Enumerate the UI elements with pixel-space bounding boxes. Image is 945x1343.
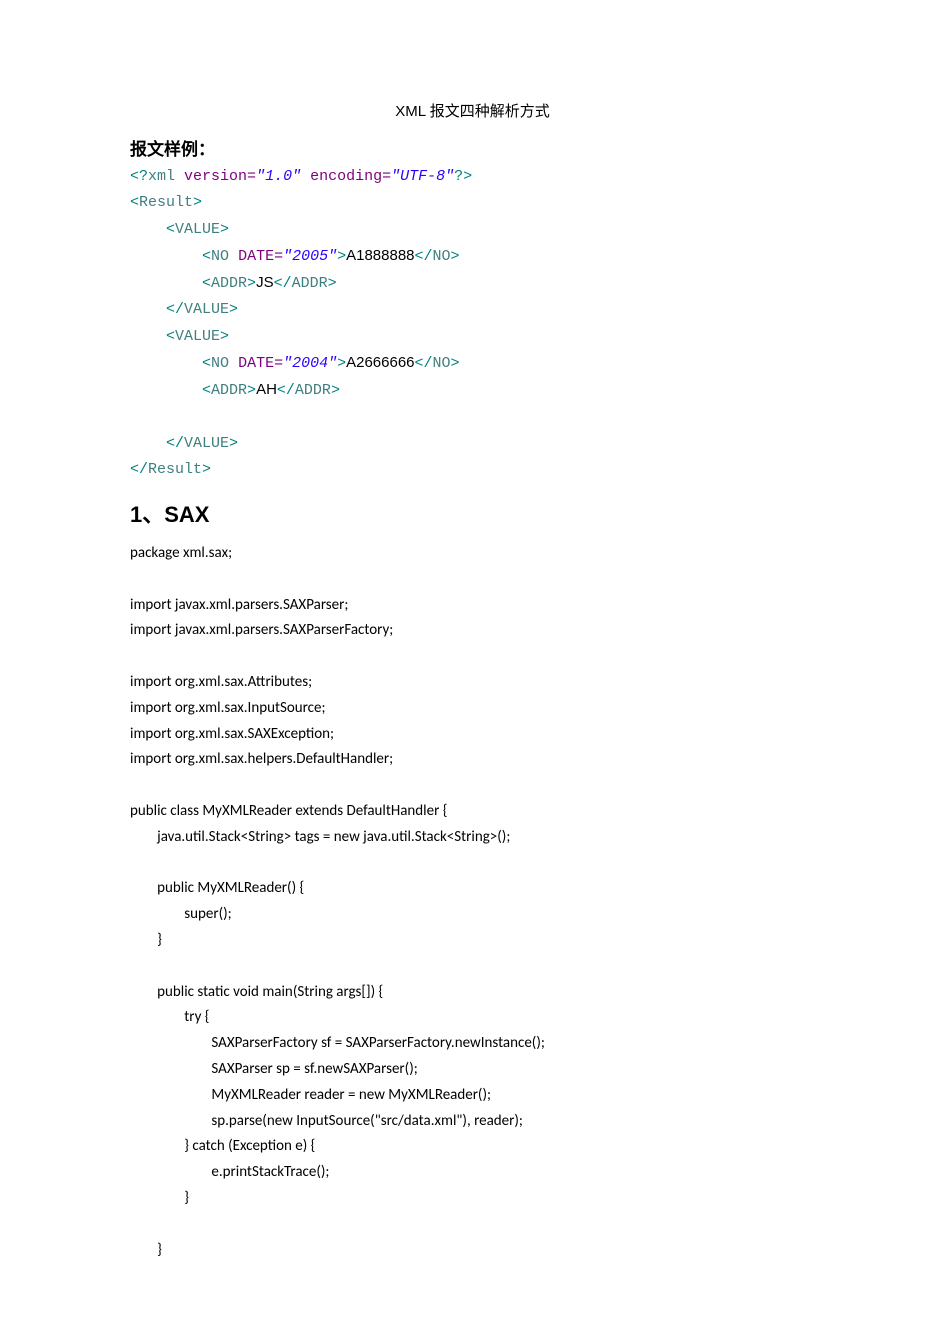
addr-text-2: AH [256, 381, 277, 398]
code-line: e.printStackTrace(); [130, 1163, 329, 1181]
date-attr: DATE= [238, 248, 283, 265]
page-title: XML 报文四种解析方式 [130, 100, 815, 121]
code-line: import javax.xml.parsers.SAXParserFactor… [130, 621, 393, 639]
section-heading-sax: 1、SAX [130, 497, 815, 529]
code-line: java.util.Stack<String> tags = new java.… [130, 828, 510, 846]
xml-decl-close: ?> [454, 168, 472, 185]
code-line: import javax.xml.parsers.SAXParser; [130, 596, 348, 614]
code-line: import org.xml.sax.InputSource; [130, 699, 326, 717]
code-line: } [130, 1241, 162, 1259]
no-text-1: A1888888 [346, 247, 414, 264]
java-code-block: package xml.sax; import javax.xml.parser… [130, 541, 815, 1263]
sample-heading: 报文样例： [130, 135, 815, 160]
xml-version-val: "1.0" [256, 168, 301, 185]
value-tag: VALUE [175, 221, 220, 238]
code-line: SAXParser sp = sf.newSAXParser(); [130, 1060, 418, 1078]
code-line: sp.parse(new InputSource("src/data.xml")… [130, 1112, 523, 1130]
code-line: try { [130, 1008, 209, 1026]
addr-tag: ADDR [211, 275, 247, 292]
code-line: import org.xml.sax.SAXException; [130, 725, 334, 743]
code-line: super(); [130, 905, 232, 923]
result-open-tag: Result [139, 194, 193, 211]
document-page: XML 报文四种解析方式 报文样例： <?xml version="1.0" e… [0, 0, 945, 1343]
code-line: MyXMLReader reader = new MyXMLReader(); [130, 1086, 491, 1104]
xml-encoding-attr: encoding= [310, 168, 391, 185]
result-close-tag: Result [148, 461, 202, 478]
code-line: } [130, 931, 162, 949]
code-line: public static void main(String args[]) { [130, 983, 383, 1001]
code-line: } [130, 1189, 189, 1207]
date-val-2: "2004" [283, 355, 337, 372]
xml-code-block: <?xml version="1.0" encoding="UTF-8"?> <… [130, 164, 815, 483]
code-line: public MyXMLReader() { [130, 879, 304, 897]
xml-encoding-val: "UTF-8" [391, 168, 454, 185]
code-line: import org.xml.sax.helpers.DefaultHandle… [130, 750, 393, 768]
xml-decl-name: xml [148, 168, 175, 185]
code-line: } catch (Exception e) { [130, 1137, 315, 1155]
addr-text-1: JS [256, 274, 274, 291]
code-line: package xml.sax; [130, 544, 232, 562]
no-text-2: A2666666 [346, 354, 414, 371]
xml-decl-open: <? [130, 168, 148, 185]
code-line: SAXParserFactory sf = SAXParserFactory.n… [130, 1034, 545, 1052]
code-line: import org.xml.sax.Attributes; [130, 673, 312, 691]
code-line: public class MyXMLReader extends Default… [130, 802, 447, 820]
date-val-1: "2005" [283, 248, 337, 265]
no-tag: NO [211, 248, 229, 265]
xml-version-attr: version= [184, 168, 256, 185]
